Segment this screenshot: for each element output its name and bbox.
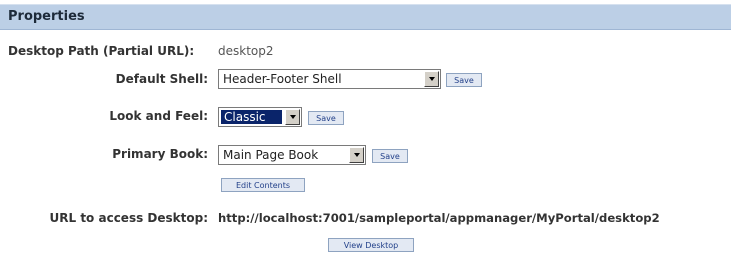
desktop-path-value: desktop2 (218, 44, 274, 58)
look-and-feel-label: Look and Feel: (109, 109, 208, 123)
look-and-feel-select[interactable]: Classic (218, 107, 302, 127)
default-shell-save-button[interactable]: Save (446, 73, 482, 87)
primary-book-selected: Main Page Book (223, 148, 319, 162)
default-shell-label: Default Shell: (115, 72, 208, 86)
url-access-label: URL to access Desktop: (49, 211, 208, 225)
chevron-down-icon[interactable] (349, 147, 364, 163)
primary-book-select[interactable]: Main Page Book (218, 145, 366, 165)
view-desktop-button[interactable]: View Desktop (328, 238, 414, 252)
desktop-path-label: Desktop Path (Partial URL): (8, 44, 195, 58)
look-and-feel-selected: Classic (220, 109, 283, 125)
primary-book-save-button[interactable]: Save (372, 149, 408, 163)
default-shell-select[interactable]: Header-Footer Shell (218, 69, 441, 89)
url-access-value: http://localhost:7001/sampleportal/appma… (218, 211, 660, 225)
look-and-feel-save-button[interactable]: Save (308, 111, 344, 125)
properties-header: Properties (0, 4, 731, 30)
default-shell-selected: Header-Footer Shell (223, 72, 342, 86)
edit-contents-button[interactable]: Edit Contents (221, 178, 305, 192)
primary-book-label: Primary Book: (112, 147, 208, 161)
panel-title: Properties (8, 9, 85, 24)
chevron-down-icon[interactable] (424, 71, 439, 87)
chevron-down-icon[interactable] (285, 109, 300, 125)
